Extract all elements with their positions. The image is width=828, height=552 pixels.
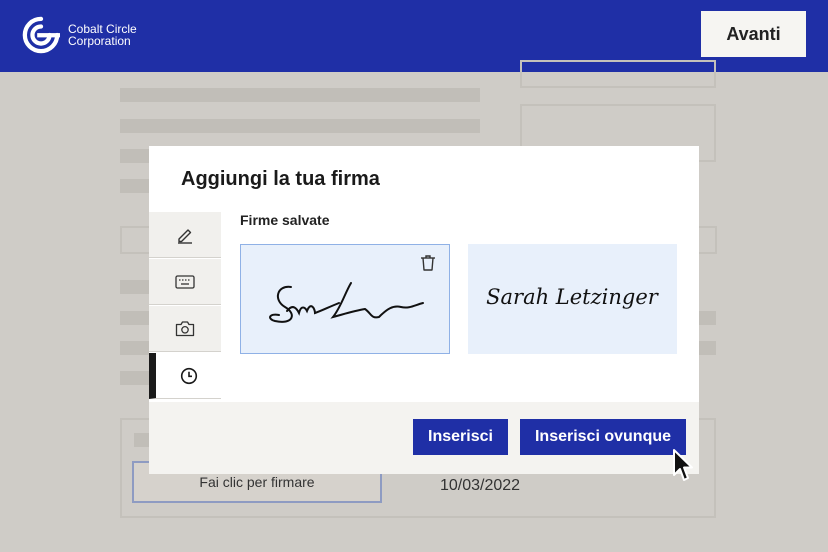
clock-icon — [180, 367, 197, 384]
mouse-cursor-icon — [673, 449, 693, 481]
tab-upload[interactable] — [149, 306, 221, 352]
doc-line — [120, 179, 150, 193]
camera-icon — [175, 321, 195, 337]
signature-full-text: Sarah Letzinger — [486, 285, 660, 309]
trash-icon[interactable] — [418, 253, 438, 273]
modal-title: Aggiungi la tua firma — [181, 168, 380, 190]
doc-field — [520, 60, 716, 88]
tab-saved[interactable] — [149, 353, 221, 399]
handwritten-signature-full: Sarah Letzinger — [486, 285, 660, 309]
insert-button[interactable]: Inserisci — [413, 419, 508, 455]
company-name-line2: Corporation — [68, 34, 131, 48]
saved-signature-initials[interactable] — [240, 244, 450, 354]
doc-line — [120, 88, 480, 102]
doc-line — [134, 433, 150, 447]
saved-signatures-label: Firme salvate — [240, 212, 330, 228]
doc-line — [120, 119, 480, 133]
insert-everywhere-button[interactable]: Inserisci ovunque — [520, 419, 686, 455]
keyboard-icon — [175, 274, 195, 289]
modal-footer: Inserisci Inserisci ovunque — [149, 402, 699, 474]
signature-date: 10/03/2022 — [440, 477, 521, 494]
add-signature-modal: Aggiungi la tua firma Firme salvate Sara… — [149, 146, 699, 474]
cobalt-circle-logo — [22, 16, 60, 54]
next-button[interactable]: Avanti — [701, 11, 806, 57]
doc-line — [120, 280, 150, 294]
doc-line — [699, 311, 716, 325]
doc-line — [120, 311, 150, 325]
tab-draw[interactable] — [149, 212, 221, 258]
doc-line — [120, 149, 150, 163]
doc-field — [120, 226, 152, 254]
company-name: Cobalt Circle Corporation — [68, 23, 137, 47]
tab-type[interactable] — [149, 259, 221, 305]
doc-field — [697, 226, 717, 254]
doc-line — [120, 371, 150, 385]
saved-signature-full[interactable]: Sarah Letzinger — [468, 244, 677, 354]
pen-icon — [178, 228, 192, 244]
doc-line — [120, 341, 150, 355]
doc-line — [699, 341, 716, 355]
signature-method-tabs — [149, 212, 221, 402]
